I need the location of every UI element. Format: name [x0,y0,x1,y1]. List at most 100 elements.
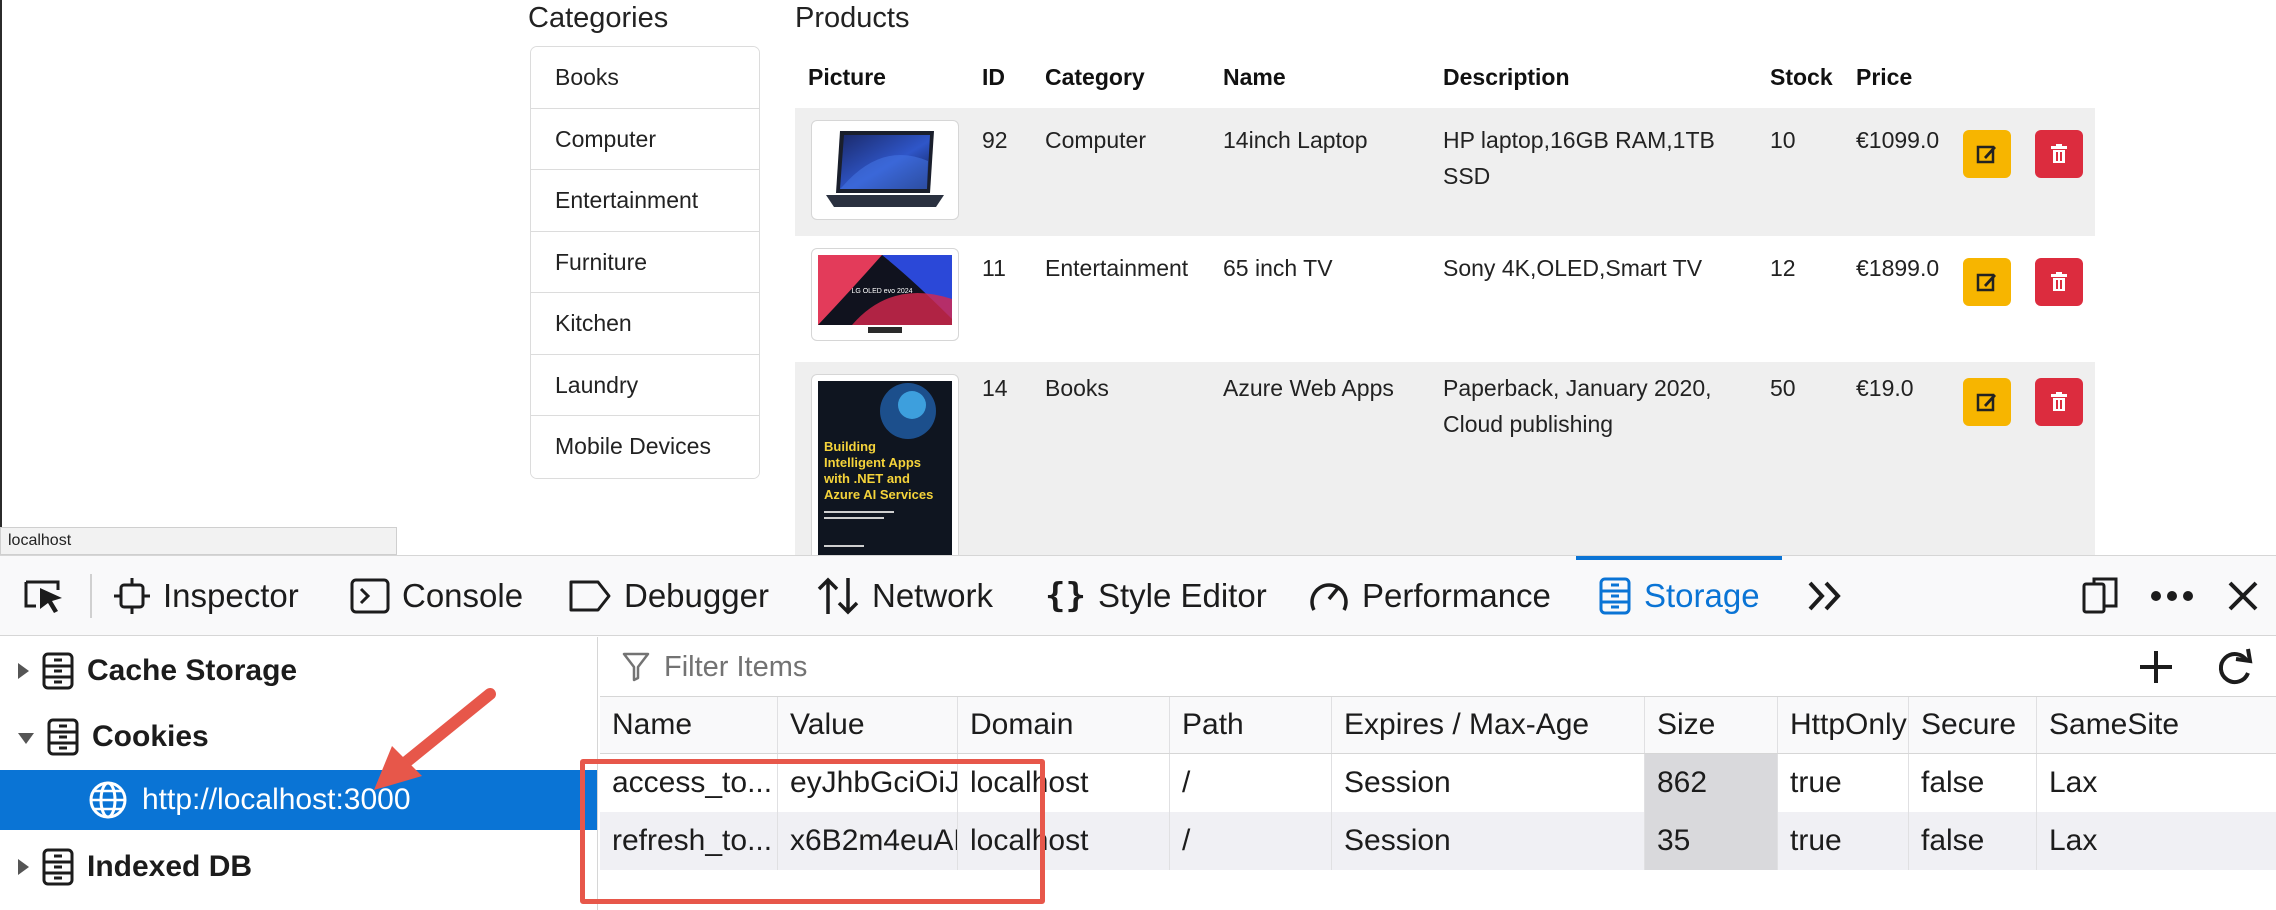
tab-storage-label: Storage [1644,577,1760,614]
product-picture-tv: LG OLED evo 2024 [811,248,959,341]
category-item-furniture[interactable]: Furniture [531,231,759,293]
pick-element-button[interactable] [22,556,78,636]
product-id: 14 [982,375,1008,401]
column-header-value[interactable]: Value [778,697,958,753]
product-picture-laptop [811,120,959,220]
web-page: Categories Products Books Computer Enter… [0,0,2276,555]
devtools-panel: Inspector Console Debugger Network {} St… [0,555,2276,910]
tab-debugger[interactable]: Debugger [568,556,769,636]
edit-button[interactable] [1963,378,2011,426]
category-item-mobile-devices[interactable]: Mobile Devices [531,416,759,478]
tree-item-cache-storage-label: Cache Storage [87,654,298,687]
tree-item-indexed-db[interactable]: Indexed DB [0,837,597,897]
column-header-secure[interactable]: Secure [1909,697,2037,753]
column-header-name[interactable]: Name [600,697,778,753]
column-header-httponly[interactable]: HttpOnly [1778,697,1909,753]
more-tabs-button[interactable] [1806,556,1858,636]
column-header-expires[interactable]: Expires / Max-Age [1332,697,1645,753]
tab-inspector-label: Inspector [163,577,299,614]
database-icon [42,848,74,886]
cookie-secure: false [1909,754,2037,812]
tab-inspector[interactable]: Inspector [113,556,299,636]
category-item-computer[interactable]: Computer [531,108,759,170]
cookie-samesite: Lax [2049,766,2098,799]
product-description-line1: Paperback, January 2020, [1443,375,1712,401]
devtools-toolbar: Inspector Console Debugger Network {} St… [0,556,2276,636]
trash-icon [2051,272,2067,291]
cookie-path: / [1170,812,1332,870]
column-header-path[interactable]: Path [1170,697,1332,753]
pick-element-icon [24,580,62,613]
edit-button[interactable] [1963,130,2011,178]
network-icon [817,577,859,615]
column-header-category: Category [1045,64,1145,90]
more-options-button[interactable] [2150,556,2206,636]
category-item-entertainment[interactable]: Entertainment [531,170,759,232]
tab-style-editor[interactable]: {} Style Editor [1045,556,1267,636]
close-devtools-button[interactable] [2226,556,2272,636]
delete-button[interactable] [2035,130,2083,178]
product-category: Computer [1045,127,1146,153]
product-row: 92 Computer 14inch Laptop HP laptop,16GB… [795,108,2095,236]
category-item-books[interactable]: Books [531,47,759,109]
tab-performance-label: Performance [1362,577,1551,614]
column-header-domain[interactable]: Domain [958,697,1170,753]
database-icon [47,718,79,756]
style-editor-icon: {} [1045,576,1086,616]
product-category: Books [1045,375,1109,401]
globe-icon [89,781,127,819]
product-stock: 10 [1770,127,1796,153]
close-icon [2228,581,2258,611]
tab-network[interactable]: Network [816,556,993,636]
edit-icon [1976,145,1996,164]
edit-button[interactable] [1963,258,2011,306]
product-description-line1: HP laptop,16GB RAM,1TB [1443,127,1715,153]
delete-button[interactable] [2035,258,2083,306]
cookie-expires: Session [1332,754,1645,812]
product-picture-book: Building Intelligent Apps with .NET and … [811,374,959,555]
filter-bar [600,637,2276,697]
edit-icon [1976,273,1996,292]
column-header-size[interactable]: Size [1645,697,1778,753]
tab-debugger-label: Debugger [624,577,769,614]
category-list: Books Computer Entertainment Furniture K… [530,46,760,479]
tab-console[interactable]: Console [350,556,523,636]
trash-icon [2051,392,2067,411]
expand-arrow-icon[interactable] [18,859,29,875]
overflow-chevron-icon [1808,581,1841,611]
product-description-line2: Cloud publishing [1443,411,1614,437]
dock-button[interactable] [2080,556,2132,636]
tab-network-label: Network [872,577,994,614]
product-category: Entertainment [1045,255,1189,281]
cookie-size: 862 [1645,754,1778,812]
tree-item-indexed-db-label: Indexed DB [87,850,253,883]
book-cover-title-line2: Intelligent Apps [824,455,921,470]
column-header-samesite[interactable]: SameSite [2037,697,2276,753]
delete-button[interactable] [2035,378,2083,426]
category-item-kitchen[interactable]: Kitchen [531,293,759,355]
cookie-expires: Session [1332,812,1645,870]
tab-performance[interactable]: Performance [1308,556,1551,636]
inspector-icon [114,578,150,614]
tab-storage[interactable]: Storage [1576,556,1782,636]
annotation-highlight-box [580,759,1045,904]
collapse-arrow-icon[interactable] [18,732,34,744]
cookie-httponly: true [1778,812,1909,870]
edit-icon [1976,393,1996,412]
column-header-picture: Picture [808,64,886,90]
expand-arrow-icon[interactable] [18,663,29,679]
database-icon [42,652,74,690]
toolbar-separator [90,574,92,618]
products-heading: Products [795,2,910,34]
annotation-arrow [374,688,496,790]
filter-items-input[interactable] [624,645,1524,689]
dock-icon [2082,577,2118,614]
column-header-stock: Stock [1770,64,1833,90]
storage-icon [1599,577,1631,615]
book-cover-title-line1: Building [824,439,876,454]
category-item-laundry[interactable]: Laundry [531,354,759,416]
cookie-httponly: true [1778,754,1909,812]
cookies-table-header: Name Value Domain Path Expires / Max-Age… [600,697,2276,754]
refresh-icon[interactable] [2214,647,2254,687]
add-icon[interactable] [2136,647,2176,687]
